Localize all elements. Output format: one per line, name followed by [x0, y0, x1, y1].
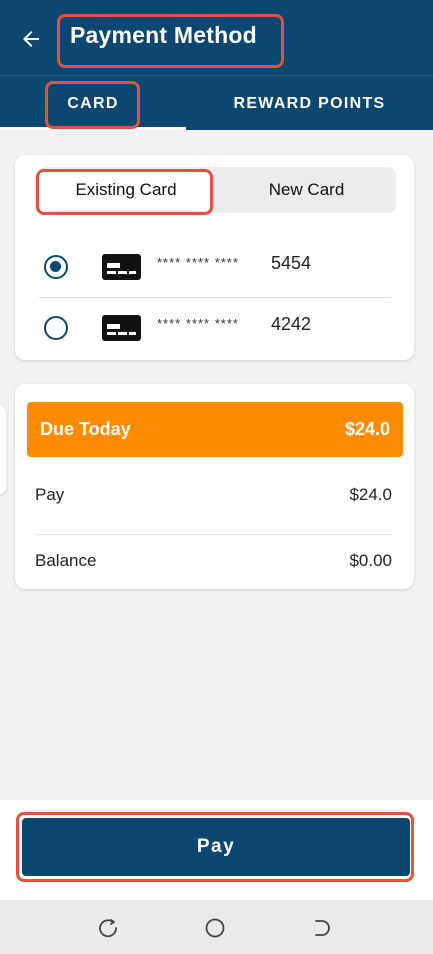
edge-card-peek: [0, 405, 6, 495]
card-number-mask: **** **** ****: [157, 255, 239, 270]
card-number-mask: **** **** ****: [157, 316, 239, 331]
new-card-label: New Card: [268, 180, 345, 199]
new-card-option[interactable]: New Card: [217, 167, 396, 213]
balance-label: Balance: [35, 551, 97, 570]
card-last4: 5454: [271, 253, 312, 273]
recent-apps-button[interactable]: [97, 916, 121, 940]
pay-footer: Pay: [0, 800, 433, 900]
due-today-value: $24.0: [344, 419, 390, 439]
card-type-segmented-control: Existing Card New Card: [37, 167, 396, 213]
back-nav-button[interactable]: [309, 916, 333, 940]
due-today-banner: Due Today $24.0: [27, 402, 403, 457]
payment-tabs: CARD REWARD POINTS: [0, 75, 433, 130]
card-radio-unselected[interactable]: [44, 316, 68, 340]
radio-dot: [50, 261, 61, 272]
tab-reward-points[interactable]: REWARD POINTS: [186, 76, 433, 131]
header-bar: Payment Method: [0, 0, 433, 75]
card-last4: 4242: [271, 314, 312, 334]
saved-card-row[interactable]: **** **** **** 4242: [15, 298, 414, 358]
credit-card-icon: [102, 254, 141, 280]
back-nav-icon: [315, 920, 330, 936]
summary-divider: [35, 534, 392, 535]
home-circle-icon: [205, 918, 225, 938]
pay-amount-label: Pay: [35, 485, 65, 504]
arrow-left-icon: [23, 31, 39, 47]
due-today-label: Due Today: [40, 419, 131, 439]
tab-card[interactable]: CARD: [0, 76, 186, 131]
app-header: Payment Method CARD REWARD POINTS: [0, 0, 433, 130]
system-nav-bar: [0, 900, 433, 954]
saved-card-row[interactable]: **** **** **** 5454: [15, 237, 414, 297]
existing-card-label: Existing Card: [75, 180, 177, 199]
tab-card-label: CARD: [67, 94, 119, 112]
balance-value: $0.00: [349, 551, 392, 570]
page-title: Payment Method: [70, 22, 257, 48]
back-button[interactable]: [14, 22, 48, 56]
payment-summary: Due Today $24.0 Pay $24.0 Balance $0.00: [15, 384, 414, 589]
recent-apps-icon: [99, 919, 117, 938]
pay-button-label: Pay: [196, 836, 236, 857]
pay-amount-row: Pay $24.0: [35, 481, 392, 511]
active-tab-indicator: [0, 127, 186, 130]
balance-row: Balance $0.00: [35, 547, 392, 577]
credit-card-icon: [102, 315, 141, 341]
card-radio-selected[interactable]: [44, 255, 68, 279]
existing-card-option[interactable]: Existing Card: [39, 169, 213, 211]
pay-button[interactable]: Pay: [22, 818, 410, 876]
card-selection-panel: Existing Card New Card **** **** **** 54…: [15, 155, 414, 360]
tab-reward-points-label: REWARD POINTS: [233, 94, 386, 112]
home-button[interactable]: [203, 916, 227, 940]
pay-amount-value: $24.0: [349, 485, 392, 504]
